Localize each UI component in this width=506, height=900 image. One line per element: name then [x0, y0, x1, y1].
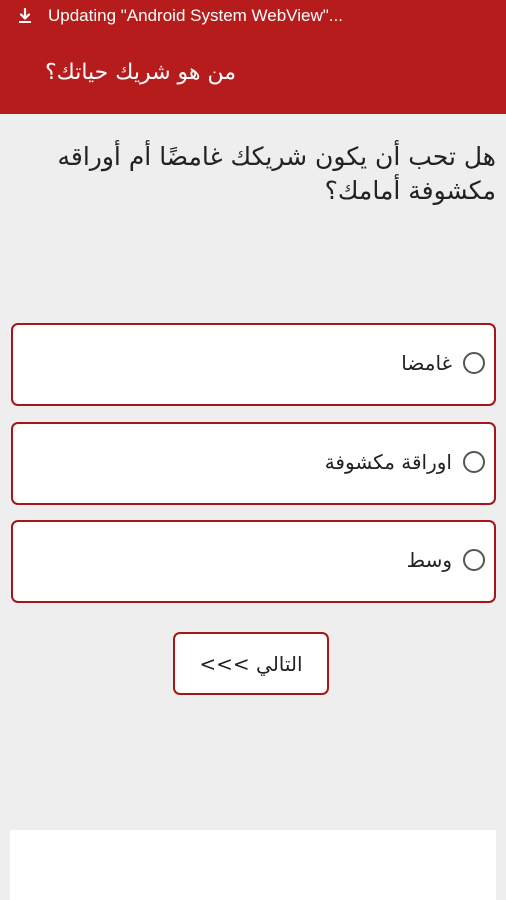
option-label: وسط: [406, 548, 452, 572]
option-middle[interactable]: وسط: [11, 520, 496, 603]
status-notification-text: Updating "Android System WebView"...: [48, 6, 343, 25]
option-label: غامضا: [401, 351, 452, 375]
download-icon: [19, 7, 31, 23]
question-text: هل تحب أن يكون شريكك غامضًا أم أوراقه مك…: [57, 142, 496, 205]
option-label: اوراقة مكشوفة: [324, 450, 452, 474]
bottom-panel: [10, 830, 496, 900]
status-bar: Updating "Android System WebView"...: [0, 0, 506, 34]
app-title: من هو شريك حياتك؟: [45, 60, 236, 85]
top-bar: Updating "Android System WebView"... من …: [0, 0, 506, 114]
option-mysterious[interactable]: غامضا: [11, 323, 496, 406]
option-open-cards[interactable]: اوراقة مكشوفة: [11, 422, 496, 505]
next-button[interactable]: التالي >>>: [173, 632, 329, 695]
radio-button[interactable]: [463, 549, 485, 571]
radio-button[interactable]: [463, 451, 485, 473]
radio-button[interactable]: [463, 352, 485, 374]
